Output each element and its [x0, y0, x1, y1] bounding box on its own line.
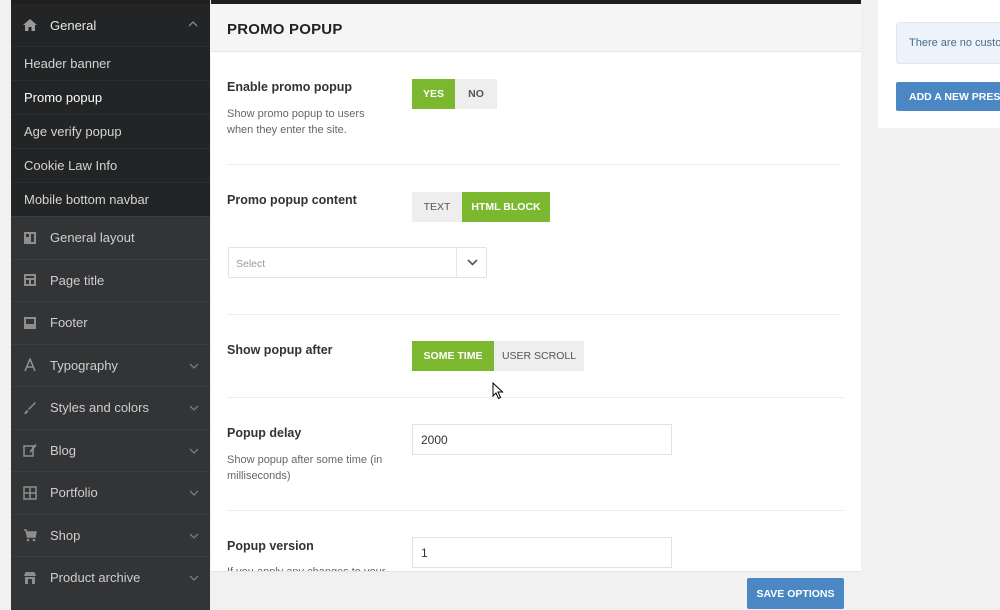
options-panel: PROMO POPUP Enable promo popup Show prom…: [211, 0, 861, 610]
sidebar-item-label: Styles and colors: [50, 400, 149, 416]
enable-promo-popup-label: Enable promo popup: [227, 80, 352, 94]
sidebar-item-product-archive[interactable]: Product archive: [11, 556, 210, 599]
chevron-down-icon[interactable]: [189, 361, 199, 372]
divider: [227, 510, 844, 511]
store-icon: [22, 570, 38, 586]
footer-icon: [22, 315, 38, 331]
sidebar-subitem-label: Cookie Law Info: [24, 158, 118, 173]
sidebar-subitem-header-banner[interactable]: Header banner: [11, 46, 210, 80]
promo-popup-content-toggle: TEXT HTML BLOCK: [412, 192, 550, 222]
presets-box: There are no custo ADD A NEW PRESE: [878, 0, 1000, 128]
grid-icon: [22, 485, 38, 501]
popup-version-label: Popup version: [227, 539, 314, 553]
html-block-select[interactable]: Select: [228, 247, 487, 278]
typography-icon: [22, 357, 38, 373]
no-button[interactable]: NO: [455, 79, 497, 109]
sidebar-subitem-age-verify-popup[interactable]: Age verify popup: [11, 114, 210, 148]
chevron-down-icon[interactable]: [189, 573, 199, 584]
layout-icon: [22, 230, 38, 246]
sidebar-item-blog[interactable]: Blog: [11, 428, 210, 472]
enable-promo-popup-toggle: YES NO: [412, 79, 497, 109]
sidebar-item-footer[interactable]: Footer: [11, 301, 210, 344]
sidebar-item-label: Portfolio: [50, 485, 98, 501]
popup-delay-desc: Show popup after some time (in milliseco…: [227, 454, 383, 482]
divider: [227, 314, 841, 315]
chevron-down-icon: [467, 255, 478, 269]
sidebar-item-label: Footer: [50, 315, 88, 331]
sidebar-subitem-promo-popup[interactable]: Promo popup: [11, 80, 210, 114]
divider: [227, 164, 841, 165]
enable-promo-popup-desc: Show promo popup to users when they ente…: [227, 108, 365, 136]
user-scroll-button[interactable]: USER SCROLL: [494, 341, 584, 371]
panel-header: PROMO POPUP: [211, 4, 861, 52]
some-time-button[interactable]: SOME TIME: [412, 341, 494, 371]
sidebar-item-typography[interactable]: Typography: [11, 343, 210, 387]
select-placeholder: Select: [236, 258, 266, 270]
home-icon: [22, 17, 38, 33]
promo-popup-content-label: Promo popup content: [227, 193, 357, 207]
sidebar-item-label: General layout: [50, 230, 135, 246]
save-options-button[interactable]: SAVE OPTIONS: [747, 578, 844, 609]
html-block-button[interactable]: HTML BLOCK: [462, 192, 550, 222]
sidebar-item-label: General: [50, 17, 97, 33]
show-popup-after-toggle: SOME TIME USER SCROLL: [412, 341, 584, 371]
sidebar-item-general[interactable]: General: [11, 4, 210, 46]
sidebar-item-portfolio[interactable]: Portfolio: [11, 471, 210, 514]
popup-version-desc: If you apply any changes to your: [227, 564, 402, 571]
divider: [227, 397, 844, 398]
sidebar-item-shop[interactable]: Shop: [11, 513, 210, 557]
sidebar-subitem-cookie-law-info[interactable]: Cookie Law Info: [11, 148, 210, 182]
page-title-icon: [22, 272, 38, 288]
sidebar-item-label: Blog: [50, 442, 77, 458]
yes-button[interactable]: YES: [412, 79, 455, 109]
text-button[interactable]: TEXT: [412, 192, 462, 222]
page-title: PROMO POPUP: [227, 21, 343, 38]
show-popup-after-label: Show popup after: [227, 343, 333, 357]
chevron-down-icon[interactable]: [189, 531, 199, 542]
sidebar-item-label: Shop: [50, 527, 81, 543]
chevron-up-icon[interactable]: [188, 19, 198, 30]
sidebar-subitem-label: Header banner: [24, 56, 111, 71]
select-separator: [456, 248, 457, 277]
sidebar-item-general-layout[interactable]: General layout: [11, 216, 210, 259]
add-new-preset-button[interactable]: ADD A NEW PRESE: [896, 82, 1000, 111]
sidebar-item-label: Page title: [50, 272, 105, 288]
panel-footer: SAVE OPTIONS: [211, 571, 861, 610]
popup-delay-input[interactable]: 2000: [412, 424, 672, 455]
sidebar-subitem-label: Promo popup: [24, 90, 103, 105]
chevron-down-icon[interactable]: [189, 403, 199, 414]
presets-notice: There are no custo: [896, 22, 1000, 64]
sidebar-item-label: Product archive: [50, 570, 141, 586]
sidebar-item-label: Typography: [50, 357, 118, 373]
chevron-down-icon[interactable]: [189, 488, 199, 499]
sidebar-subitem-mobile-bottom-navbar[interactable]: Mobile bottom navbar: [11, 182, 210, 216]
sidebar-item-page-title[interactable]: Page title: [11, 258, 210, 302]
mouse-cursor-icon: [492, 382, 504, 400]
brush-icon: [22, 400, 38, 416]
sidebar-subitem-label: Mobile bottom navbar: [24, 192, 150, 207]
popup-delay-label: Popup delay: [227, 426, 302, 440]
options-sidebar: General Header banner Promo popup Age ve…: [11, 0, 210, 610]
chevron-down-icon[interactable]: [189, 446, 199, 457]
edit-icon: [22, 442, 38, 458]
sidebar-item-styles-and-colors[interactable]: Styles and colors: [11, 386, 210, 429]
popup-version-input[interactable]: 1: [412, 537, 672, 568]
sidebar-subitem-label: Age verify popup: [24, 124, 122, 139]
cart-icon: [22, 527, 38, 543]
